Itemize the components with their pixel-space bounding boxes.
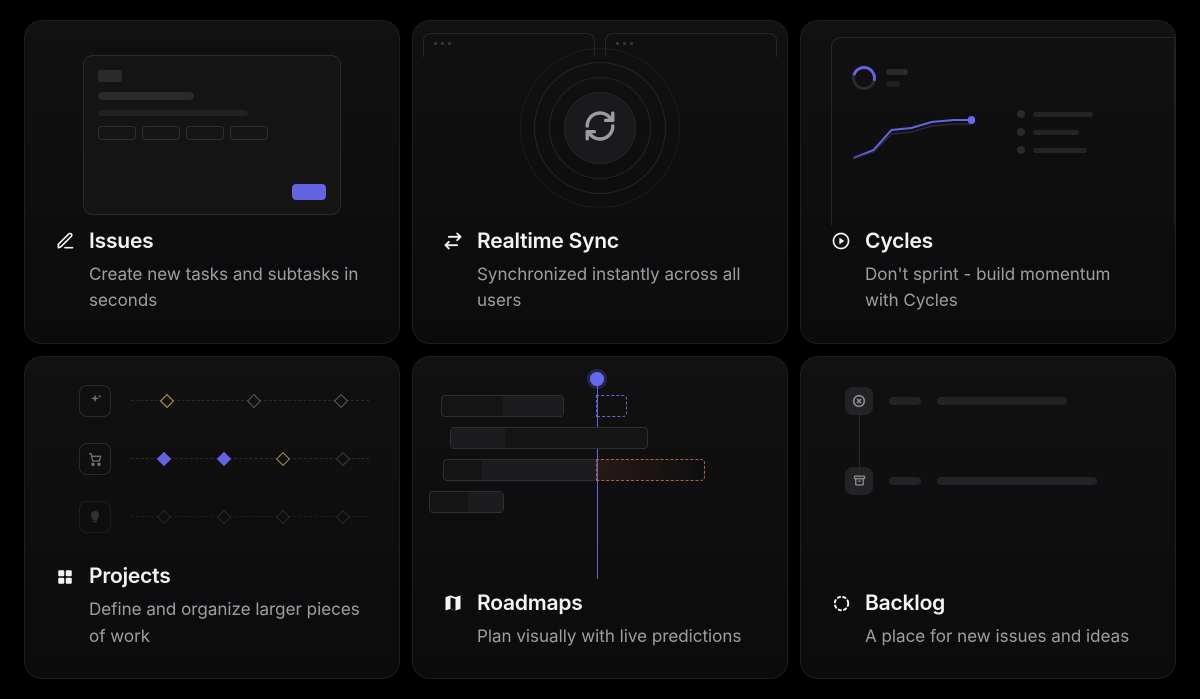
- close-circle-icon: [845, 387, 873, 415]
- sync-illustration: [413, 21, 787, 225]
- feature-card-issues[interactable]: Issues Create new tasks and subtasks in …: [24, 20, 400, 344]
- issues-illustration: [25, 21, 399, 225]
- cycles-progress-donut: [848, 62, 881, 95]
- edit-icon: [55, 231, 75, 251]
- roadmap-scrubber: [590, 372, 604, 386]
- card-title: Issues: [89, 229, 154, 254]
- issues-mock-window: [83, 55, 341, 215]
- card-title: Cycles: [865, 229, 933, 254]
- backlog-illustration: [801, 357, 1175, 587]
- feature-card-backlog[interactable]: Backlog A place for new issues and ideas: [800, 356, 1176, 680]
- card-title: Realtime Sync: [477, 229, 619, 254]
- feature-card-cycles[interactable]: Cycles Don't sprint - build momentum wit…: [800, 20, 1176, 344]
- play-circle-icon: [831, 231, 851, 251]
- card-title: Roadmaps: [477, 591, 583, 616]
- map-icon: [443, 593, 463, 613]
- issues-mock-submit-button: [292, 184, 326, 200]
- cycles-burndown-chart: [852, 110, 975, 170]
- cycles-illustration: [801, 21, 1175, 225]
- sparkle-icon: [79, 385, 111, 417]
- card-title: Backlog: [865, 591, 945, 616]
- dashed-circle-icon: [831, 593, 851, 613]
- archive-icon: [845, 467, 873, 495]
- cart-icon: [79, 443, 111, 475]
- card-desc: A place for new issues and ideas: [831, 624, 1145, 650]
- feature-card-projects[interactable]: Projects Define and organize larger piec…: [24, 356, 400, 680]
- card-desc: Synchronized instantly across all users: [443, 262, 757, 315]
- feature-card-roadmaps[interactable]: Roadmaps Plan visually with live predict…: [412, 356, 788, 680]
- card-desc: Define and organize larger pieces of wor…: [55, 597, 369, 650]
- card-title: Projects: [89, 564, 171, 589]
- bulb-icon: [79, 501, 111, 533]
- roadmaps-illustration: [413, 357, 787, 587]
- sync-icon: [583, 109, 617, 147]
- swap-icon: [443, 231, 463, 251]
- grid-icon: [55, 567, 75, 587]
- card-desc: Plan visually with live predictions: [443, 624, 757, 650]
- projects-illustration: [25, 357, 399, 561]
- feature-card-sync[interactable]: Realtime Sync Synchronized instantly acr…: [412, 20, 788, 344]
- card-desc: Create new tasks and subtasks in seconds: [55, 262, 369, 315]
- feature-grid: Issues Create new tasks and subtasks in …: [0, 0, 1200, 699]
- card-desc: Don't sprint - build momentum with Cycle…: [831, 262, 1145, 315]
